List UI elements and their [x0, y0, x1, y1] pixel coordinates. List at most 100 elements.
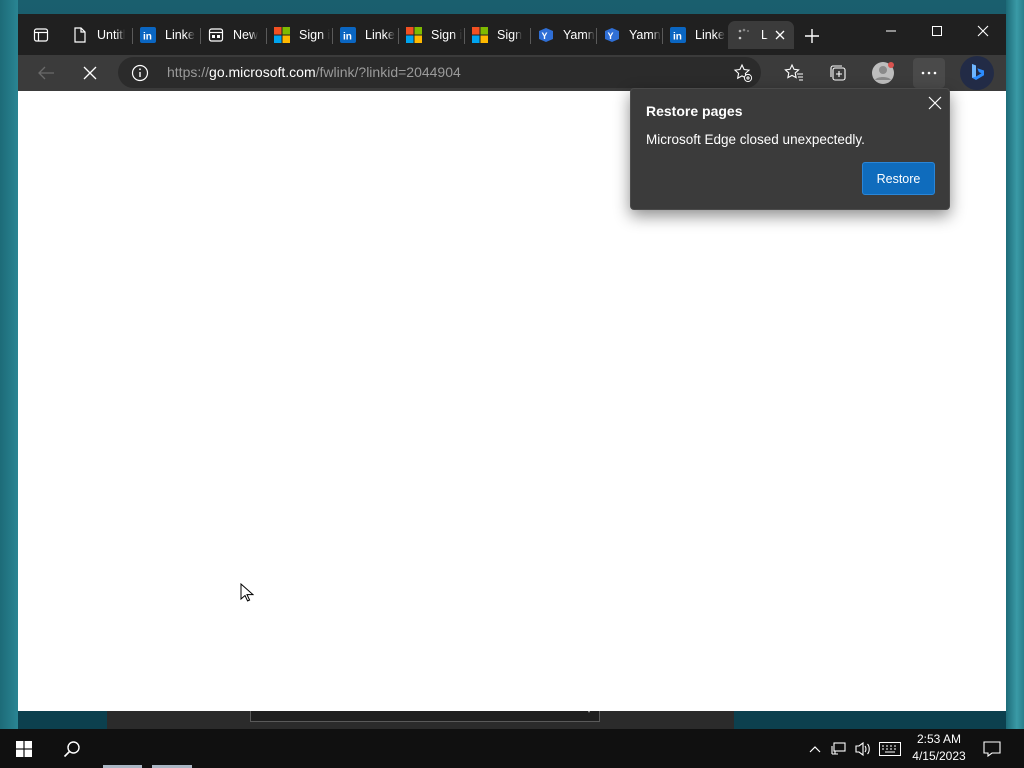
tab-linkedin[interactable]: in Linke — [662, 21, 728, 49]
speaker-icon — [855, 741, 870, 756]
close-popup-button[interactable] — [924, 92, 946, 114]
page-icon — [72, 27, 88, 43]
svg-text:Y: Y — [542, 31, 548, 41]
tab-linkedin[interactable]: in Linke — [132, 21, 198, 49]
desktop-background-right — [1006, 0, 1024, 730]
tab-label: Linke — [165, 28, 195, 42]
tab-yammer[interactable]: Y Yamn — [596, 21, 662, 49]
tab-label: Sign i — [431, 28, 463, 42]
collections-button[interactable] — [822, 58, 854, 88]
favorites-button[interactable] — [778, 58, 810, 88]
network-icon — [831, 741, 846, 755]
microsoft-icon — [472, 27, 488, 43]
tab-untitled[interactable]: Untitl — [64, 21, 130, 49]
url-path: /fwlink/?linkid=2044904 — [315, 64, 461, 80]
navigation-toolbar: https://go.microsoft.com/fwlink/?linkid=… — [18, 55, 1006, 91]
chevron-up-icon — [809, 745, 821, 752]
network-button[interactable] — [829, 729, 849, 768]
back-button[interactable] — [30, 58, 62, 88]
linkedin-icon: in — [140, 27, 156, 43]
tab-label: Yamn — [563, 28, 595, 42]
restore-button[interactable]: Restore — [862, 162, 935, 195]
yammer-icon: Y — [604, 27, 620, 43]
taskbar: 2:53 AM 4/15/2023 — [0, 729, 1024, 768]
svg-text:in: in — [343, 32, 352, 43]
loading-icon — [736, 27, 752, 43]
edge-browser-window: Untitl in Linke New Sign i in Linke Sign… — [18, 14, 1006, 711]
start-button[interactable] — [5, 729, 43, 768]
notifications-button[interactable] — [980, 729, 1004, 768]
tab-active-loading[interactable]: L — [728, 21, 794, 49]
back-arrow-icon — [38, 66, 54, 80]
bing-copilot-button[interactable] — [960, 56, 994, 90]
favorites-icon — [784, 63, 803, 81]
show-hidden-icons-button[interactable] — [805, 729, 825, 768]
maximize-button[interactable] — [914, 14, 960, 48]
search-button[interactable] — [52, 729, 92, 768]
bing-icon — [972, 64, 984, 80]
clock-date: 4/15/2023 — [912, 749, 966, 763]
tab-sign-in[interactable]: Sign i — [398, 21, 464, 49]
newtab-icon — [208, 27, 224, 43]
notification-icon — [983, 740, 1001, 757]
stop-loading-button[interactable] — [74, 58, 106, 88]
desktop-background-left — [0, 0, 18, 730]
tab-sign-in[interactable]: Sign i — [266, 21, 332, 49]
tab-actions-button[interactable] — [28, 23, 54, 47]
keyboard-button[interactable] — [877, 729, 903, 768]
microsoft-icon — [406, 27, 422, 43]
tab-sign-in[interactable]: Sign — [464, 21, 530, 49]
close-icon — [977, 25, 989, 37]
tab-label: Sign — [497, 28, 523, 42]
tab-label: Sign i — [299, 28, 331, 42]
microsoft-icon — [274, 27, 290, 43]
profile-button[interactable] — [867, 58, 899, 88]
tab-label: Linke — [365, 28, 395, 42]
plus-icon — [805, 29, 819, 43]
svg-text:Y: Y — [608, 31, 614, 41]
yammer-icon: Y — [538, 27, 554, 43]
tab-new[interactable]: New — [200, 21, 266, 49]
title-bar: Untitl in Linke New Sign i in Linke Sign… — [18, 14, 1006, 55]
more-icon — [921, 71, 937, 75]
linkedin-icon: in — [340, 27, 356, 43]
volume-button[interactable] — [852, 729, 874, 768]
windows-logo-icon — [16, 740, 32, 757]
info-icon[interactable] — [130, 63, 150, 83]
system-clock[interactable]: 2:53 AM 4/15/2023 — [906, 731, 972, 765]
close-window-button[interactable] — [960, 14, 1006, 48]
url-domain: go.microsoft.com — [209, 64, 316, 80]
avatar — [872, 62, 894, 84]
tab-yammer[interactable]: Y Yamn — [530, 21, 596, 49]
keyboard-icon — [879, 741, 901, 756]
restore-pages-popup: Restore pages Microsoft Edge closed unex… — [630, 88, 950, 210]
minimize-button[interactable] — [868, 14, 914, 48]
new-tab-button[interactable] — [798, 24, 826, 48]
mouse-cursor-icon — [240, 583, 254, 602]
linkedin-icon: in — [670, 27, 686, 43]
minimize-icon — [886, 30, 896, 32]
search-icon — [63, 740, 80, 757]
popup-title: Restore pages — [646, 103, 743, 119]
url-text[interactable]: https://go.microsoft.com/fwlink/?linkid=… — [167, 64, 461, 80]
maximize-icon — [932, 26, 942, 36]
settings-and-more-button[interactable] — [913, 58, 945, 88]
popup-message: Microsoft Edge closed unexpectedly. — [646, 132, 865, 147]
clock-time: 2:53 AM — [916, 732, 962, 746]
close-icon — [928, 96, 942, 110]
url-prefix: https:// — [167, 64, 210, 80]
tab-label: New — [233, 28, 259, 42]
tab-linkedin[interactable]: in Linke — [332, 21, 398, 49]
tab-actions-icon — [33, 28, 49, 42]
svg-text:in: in — [673, 32, 682, 43]
tab-label: Linke — [695, 28, 725, 42]
add-favorite-icon[interactable] — [731, 61, 755, 85]
close-icon — [83, 66, 97, 80]
tab-label: Untitl — [97, 28, 126, 42]
tab-label: Yamn — [629, 28, 661, 42]
address-bar[interactable]: https://go.microsoft.com/fwlink/?linkid=… — [118, 57, 761, 88]
svg-text:in: in — [143, 32, 152, 43]
collections-icon — [830, 65, 846, 81]
tab-label: L — [761, 28, 768, 42]
close-tab-icon[interactable] — [772, 27, 788, 43]
